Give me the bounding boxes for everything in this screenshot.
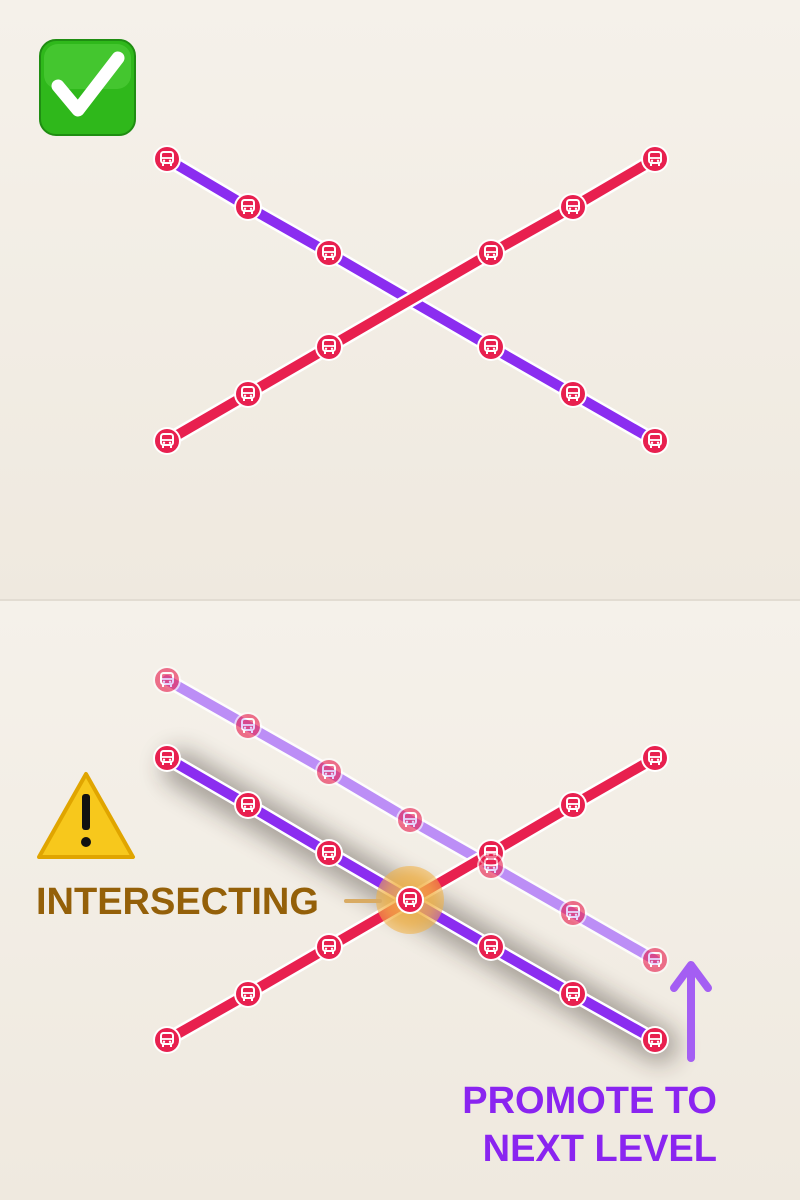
bus-station — [234, 380, 262, 408]
bus-station — [315, 839, 343, 867]
station-dot — [236, 382, 260, 406]
station-dot — [643, 429, 667, 453]
bus-station — [559, 193, 587, 221]
bus-station — [315, 239, 343, 267]
bus-station — [641, 744, 669, 772]
bus-station — [234, 980, 262, 1008]
bus-station — [153, 427, 181, 455]
station-dot — [317, 760, 341, 784]
bus-station — [641, 145, 669, 173]
check-mark-button-icon — [39, 39, 136, 136]
bus-station — [641, 946, 669, 974]
bus-station — [641, 427, 669, 455]
bus-station — [559, 899, 587, 927]
bus-station — [315, 333, 343, 361]
station-dot — [155, 746, 179, 770]
station-dot — [317, 935, 341, 959]
station-dot — [317, 335, 341, 359]
diagram-stage: INTERSECTING PROMOTE TO NEXT LEVEL — [0, 0, 800, 1200]
bus-station — [153, 666, 181, 694]
station-dot — [398, 888, 422, 912]
station-dot — [155, 429, 179, 453]
bus-station — [234, 791, 262, 819]
bus-station — [641, 1026, 669, 1054]
bus-station — [234, 193, 262, 221]
bus-station — [153, 1026, 181, 1054]
station-dot — [643, 746, 667, 770]
station-dot — [479, 335, 503, 359]
bus-station — [559, 980, 587, 1008]
bus-station — [153, 744, 181, 772]
station-dot — [561, 793, 585, 817]
station-dot — [236, 714, 260, 738]
arrow-up-icon — [670, 961, 712, 1062]
promote-label-line-2: NEXT LEVEL — [483, 1128, 717, 1170]
route-diagram: INTERSECTING PROMOTE TO NEXT LEVEL — [0, 39, 800, 1170]
station-dot — [479, 935, 503, 959]
bus-station — [153, 145, 181, 173]
station-dot — [236, 982, 260, 1006]
bus-station — [559, 791, 587, 819]
bus-station — [559, 380, 587, 408]
station-dot — [479, 854, 503, 878]
bus-station — [396, 806, 424, 834]
station-dot — [561, 982, 585, 1006]
bus-station — [315, 933, 343, 961]
station-dot — [643, 1028, 667, 1052]
station-dot — [317, 841, 341, 865]
station-dot — [561, 195, 585, 219]
station-dot — [561, 382, 585, 406]
station-dot — [155, 147, 179, 171]
station-dot — [643, 948, 667, 972]
station-dot — [236, 793, 260, 817]
station-dot — [236, 195, 260, 219]
station-dot — [155, 1028, 179, 1052]
bus-station — [477, 239, 505, 267]
promote-label-line-1: PROMOTE TO — [462, 1080, 717, 1122]
bus-station — [477, 933, 505, 961]
bus-station — [396, 886, 424, 914]
intersecting-label: INTERSECTING — [36, 881, 319, 923]
station-dot — [643, 147, 667, 171]
bus-station — [477, 333, 505, 361]
station-dot — [398, 808, 422, 832]
bus-station — [234, 712, 262, 740]
station-dot — [561, 901, 585, 925]
station-dot — [317, 241, 341, 265]
station-dot — [155, 668, 179, 692]
station-dot — [479, 241, 503, 265]
bus-station — [477, 852, 505, 880]
bus-station — [315, 758, 343, 786]
warning-sign-icon — [37, 772, 135, 859]
